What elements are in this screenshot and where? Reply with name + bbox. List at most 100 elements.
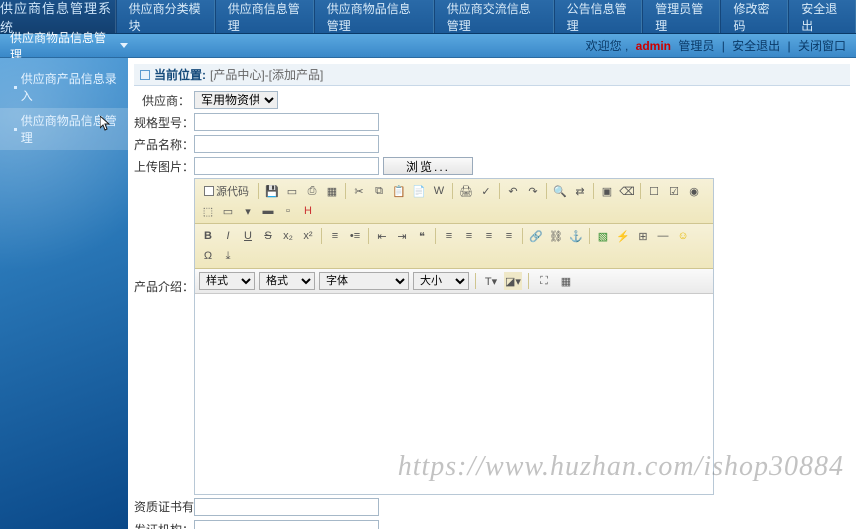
- menu-supplier-info[interactable]: 供应商信息管理: [215, 0, 314, 33]
- spellcheck-icon[interactable]: ✓: [477, 182, 495, 200]
- paste-text-icon[interactable]: 📄: [410, 182, 428, 200]
- new-page-icon[interactable]: ▭: [283, 182, 301, 200]
- flash-icon[interactable]: ⚡: [614, 227, 632, 245]
- textfield-icon[interactable]: ⬚: [199, 202, 217, 220]
- remove-format-icon[interactable]: ⌫: [618, 182, 636, 200]
- align-justify-icon[interactable]: ≡: [500, 227, 518, 245]
- welcome-label: 欢迎您 ,: [586, 39, 629, 53]
- paste-icon[interactable]: 📋: [390, 182, 408, 200]
- upload-path-input[interactable]: [194, 157, 379, 175]
- source-code-toggle[interactable]: 源代码: [199, 182, 254, 200]
- show-blocks-icon[interactable]: ▦: [557, 272, 575, 290]
- strike-icon[interactable]: S: [259, 227, 277, 245]
- bg-color-icon[interactable]: ◪▾: [504, 272, 522, 290]
- outdent-icon[interactable]: ⇤: [373, 227, 391, 245]
- sidebar-item-goods-manage[interactable]: 供应商物品信息管理: [0, 108, 128, 150]
- align-right-icon[interactable]: ≡: [480, 227, 498, 245]
- top-bar: 供应商信息管理系统 供应商分类模块 供应商信息管理 供应商物品信息管理 供应商交…: [0, 0, 856, 34]
- italic-icon[interactable]: I: [219, 227, 237, 245]
- form-icon[interactable]: ☐: [645, 182, 663, 200]
- replace-icon[interactable]: ⇄: [571, 182, 589, 200]
- textarea-icon[interactable]: ▭: [219, 202, 237, 220]
- current-user: admin: [636, 39, 671, 53]
- issuer-label: 发证机构：: [134, 521, 194, 529]
- underline-icon[interactable]: U: [239, 227, 257, 245]
- find-icon[interactable]: 🔍: [551, 182, 569, 200]
- template-icon[interactable]: ▦: [323, 182, 341, 200]
- editor-toolbar-1: 源代码 💾 ▭ ⎙ ▦ ✂ ⧉ 📋 📄 W 🖨 ✓: [195, 179, 713, 224]
- sub-header: 供应商物品信息管理 欢迎您 , admin 管理员 | 安全退出 | 关闭窗口: [0, 34, 856, 58]
- subscript-icon[interactable]: x₂: [279, 227, 297, 245]
- product-name-input[interactable]: [194, 135, 379, 153]
- logout-link[interactable]: 安全退出: [732, 39, 780, 53]
- redo-icon[interactable]: ↷: [524, 182, 542, 200]
- undo-icon[interactable]: ↶: [504, 182, 522, 200]
- anchor-icon[interactable]: ⚓: [567, 227, 585, 245]
- supplier-select[interactable]: 军用物资供应: [194, 91, 278, 109]
- product-name-label: 产品名称：: [134, 136, 194, 153]
- unlink-icon[interactable]: ⛓: [547, 227, 565, 245]
- button-form-icon[interactable]: ▬: [259, 202, 277, 220]
- menu-supplier-category[interactable]: 供应商分类模块: [116, 0, 215, 33]
- link-icon[interactable]: 🔗: [527, 227, 545, 245]
- table-icon[interactable]: ⊞: [634, 227, 652, 245]
- spec-input[interactable]: [194, 113, 379, 131]
- image-icon[interactable]: ▧: [594, 227, 612, 245]
- image-button-icon[interactable]: ▫: [279, 202, 297, 220]
- issuer-input[interactable]: [194, 520, 379, 529]
- breadcrumb: 当前位置: [产品中心]-[添加产品]: [134, 64, 850, 86]
- radio-icon[interactable]: ◉: [685, 182, 703, 200]
- style-select[interactable]: 样式: [199, 272, 255, 290]
- align-center-icon[interactable]: ≡: [460, 227, 478, 245]
- editor-toolbar-3: 样式 格式 字体 大小 T▾ ◪▾ ⛶ ▦: [195, 269, 713, 294]
- spec-label: 规格型号：: [134, 114, 194, 131]
- hidden-icon[interactable]: H: [299, 202, 317, 220]
- intro-label: 产品介绍：: [134, 178, 194, 295]
- preview-icon[interactable]: ⎙: [303, 182, 321, 200]
- format-select[interactable]: 格式: [259, 272, 315, 290]
- paste-word-icon[interactable]: W: [430, 182, 448, 200]
- cert-date-input[interactable]: [194, 498, 379, 516]
- close-window-link[interactable]: 关闭窗口: [798, 39, 846, 53]
- menu-supplier-comms[interactable]: 供应商交流信息管理: [434, 0, 554, 33]
- select-icon[interactable]: ▾: [239, 202, 257, 220]
- bold-icon[interactable]: B: [199, 227, 217, 245]
- breadcrumb-path: [产品中心]-[添加产品]: [210, 66, 323, 83]
- ol-icon[interactable]: ≡: [326, 227, 344, 245]
- special-char-icon[interactable]: Ω: [199, 247, 217, 265]
- editor-content[interactable]: [195, 294, 713, 494]
- maximize-icon[interactable]: ⛶: [535, 272, 553, 290]
- breadcrumb-label: 当前位置:: [154, 66, 206, 83]
- select-all-icon[interactable]: ▣: [598, 182, 616, 200]
- editor-toolbar-2: B I U S x₂ x² ≡ •≡ ⇤ ⇥ ❝ ≡: [195, 224, 713, 269]
- menu-supplier-goods[interactable]: 供应商物品信息管理: [314, 0, 434, 33]
- save-icon[interactable]: 💾: [263, 182, 281, 200]
- font-select[interactable]: 字体: [319, 272, 409, 290]
- menu-change-password[interactable]: 修改密码: [720, 0, 788, 33]
- align-left-icon[interactable]: ≡: [440, 227, 458, 245]
- smiley-icon[interactable]: ☺: [674, 227, 692, 245]
- user-role: 管理员: [678, 39, 714, 53]
- menu-announcement[interactable]: 公告信息管理: [554, 0, 643, 33]
- checkbox-icon[interactable]: ☑: [665, 182, 683, 200]
- hr-icon[interactable]: —: [654, 227, 672, 245]
- menu-admin[interactable]: 管理员管理: [642, 0, 720, 33]
- rich-editor: 源代码 💾 ▭ ⎙ ▦ ✂ ⧉ 📋 📄 W 🖨 ✓: [194, 178, 714, 495]
- bullet-icon: [14, 128, 17, 131]
- size-select[interactable]: 大小: [413, 272, 469, 290]
- pagebreak-icon[interactable]: ⤓: [219, 247, 237, 265]
- copy-icon[interactable]: ⧉: [370, 182, 388, 200]
- text-color-icon[interactable]: T▾: [482, 272, 500, 290]
- cut-icon[interactable]: ✂: [350, 182, 368, 200]
- superscript-icon[interactable]: x²: [299, 227, 317, 245]
- product-form: 供应商： 军用物资供应 规格型号： 产品名称： 上传图片： 浏览... 产品介绍…: [128, 90, 856, 529]
- sidebar-item-product-entry[interactable]: 供应商产品信息录入: [0, 66, 128, 108]
- ul-icon[interactable]: •≡: [346, 227, 364, 245]
- print-icon[interactable]: 🖨: [457, 182, 475, 200]
- browse-button[interactable]: 浏览...: [383, 157, 473, 175]
- blockquote-icon[interactable]: ❝: [413, 227, 431, 245]
- top-menu: 供应商分类模块 供应商信息管理 供应商物品信息管理 供应商交流信息管理 公告信息…: [116, 0, 856, 33]
- indent-icon[interactable]: ⇥: [393, 227, 411, 245]
- user-bar: 欢迎您 , admin 管理员 | 安全退出 | 关闭窗口: [584, 37, 856, 54]
- menu-safe-exit[interactable]: 安全退出: [788, 0, 856, 33]
